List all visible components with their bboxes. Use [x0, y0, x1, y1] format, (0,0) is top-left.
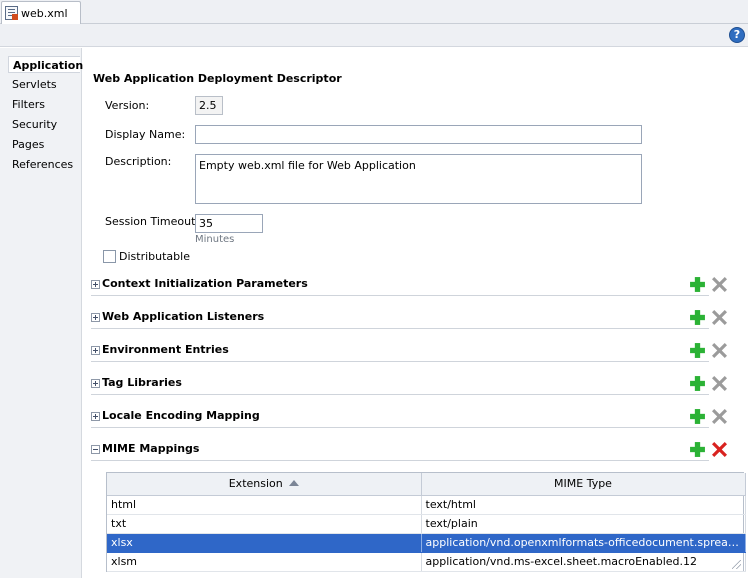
- sidebar-item-filters[interactable]: Filters: [12, 98, 45, 111]
- sidebar-item-application[interactable]: Application: [8, 56, 83, 73]
- plus-icon[interactable]: [689, 276, 706, 293]
- editor-tabbar: web.xml: [0, 0, 748, 24]
- close-icon[interactable]: [711, 342, 728, 359]
- description-label: Description:: [105, 155, 172, 168]
- close-icon[interactable]: [711, 408, 728, 425]
- mime-mappings-table: Extension MIME Type html text/html txt t…: [106, 472, 746, 572]
- mime-type-cell[interactable]: application/vnd.ms-excel.sheet.macroEnab…: [421, 552, 746, 572]
- section-context-initialization-parameters: Context Initialization Parameters: [91, 277, 709, 296]
- extension-cell[interactable]: txt: [107, 514, 422, 534]
- close-icon[interactable]: [711, 276, 728, 293]
- help-button[interactable]: ?: [729, 27, 745, 43]
- session-timeout-input[interactable]: 35: [195, 214, 263, 233]
- page-title: Web Application Deployment Descriptor: [93, 72, 342, 85]
- context-params-actions: [689, 276, 729, 294]
- mime-type-column-header[interactable]: MIME Type: [421, 473, 746, 496]
- sidebar-item-security[interactable]: Security: [12, 118, 57, 131]
- sort-ascending-icon: [288, 480, 299, 487]
- close-icon[interactable]: [711, 441, 728, 458]
- mime-type-cell[interactable]: text/html: [421, 495, 746, 515]
- extension-cell[interactable]: xlsm: [107, 552, 422, 572]
- display-name-input[interactable]: [195, 125, 642, 144]
- extension-header-label: Extension: [228, 477, 283, 491]
- section-title[interactable]: Tag Libraries: [102, 376, 182, 389]
- extension-cell[interactable]: xlsx: [107, 533, 422, 553]
- table-row[interactable]: txt text/plain: [107, 514, 746, 534]
- tab-web-xml[interactable]: web.xml: [1, 1, 81, 24]
- table-row[interactable]: xlsm application/vnd.ms-excel.sheet.macr…: [107, 552, 746, 572]
- expand-icon[interactable]: [91, 280, 100, 289]
- version-label: Version:: [105, 99, 150, 112]
- locale-encoding-actions: [689, 408, 729, 426]
- section-title[interactable]: Web Application Listeners: [102, 310, 264, 323]
- extension-column-header[interactable]: Extension: [107, 473, 422, 496]
- section-tag-libraries: Tag Libraries: [91, 376, 709, 395]
- section-mime-mappings: MIME Mappings: [91, 442, 709, 461]
- plus-icon[interactable]: [689, 375, 706, 392]
- listeners-actions: [689, 309, 729, 327]
- close-icon[interactable]: [711, 309, 728, 326]
- sidebar: Application Servlets Filters Security Pa…: [0, 48, 83, 578]
- mime-type-cell[interactable]: application/vnd.openxmlformats-officedoc…: [421, 533, 746, 553]
- section-title[interactable]: Environment Entries: [102, 343, 229, 356]
- collapse-icon[interactable]: [91, 445, 100, 454]
- expand-icon[interactable]: [91, 346, 100, 355]
- expand-icon[interactable]: [91, 412, 100, 421]
- section-title[interactable]: Context Initialization Parameters: [102, 277, 308, 290]
- sidebar-item-pages[interactable]: Pages: [12, 138, 44, 151]
- table-header-row: Extension MIME Type: [107, 473, 746, 496]
- version-field: 2.5: [195, 96, 223, 115]
- table-row[interactable]: html text/html: [107, 495, 746, 515]
- display-name-label: Display Name:: [105, 128, 186, 141]
- environment-entries-actions: [689, 342, 729, 360]
- editor-toolbar: ?: [0, 24, 748, 47]
- plus-icon[interactable]: [689, 441, 706, 458]
- distributable-label: Distributable: [119, 250, 190, 263]
- session-timeout-label: Session Timeout:: [105, 215, 200, 228]
- tab-label: web.xml: [21, 7, 68, 20]
- section-web-application-listeners: Web Application Listeners: [91, 310, 709, 329]
- plus-icon[interactable]: [689, 309, 706, 326]
- expand-icon[interactable]: [91, 379, 100, 388]
- expand-icon[interactable]: [91, 313, 100, 322]
- section-locale-encoding-mapping: Locale Encoding Mapping: [91, 409, 709, 428]
- resize-grip-icon[interactable]: [732, 560, 741, 569]
- extension-cell[interactable]: html: [107, 495, 422, 515]
- application-page: Web Application Deployment Descriptor Ve…: [83, 48, 748, 578]
- mime-mappings-actions: [689, 441, 729, 459]
- sidebar-item-servlets[interactable]: Servlets: [12, 78, 57, 91]
- table-row-selected[interactable]: xlsx application/vnd.openxmlformats-offi…: [107, 533, 746, 553]
- minutes-unit-label: Minutes: [195, 234, 235, 245]
- plus-icon[interactable]: [689, 408, 706, 425]
- description-textarea[interactable]: Empty web.xml file for Web Application: [195, 154, 642, 204]
- section-title[interactable]: MIME Mappings: [102, 442, 199, 455]
- xml-file-icon: [5, 6, 18, 20]
- tag-libraries-actions: [689, 375, 729, 393]
- distributable-checkbox[interactable]: [103, 250, 116, 263]
- section-title[interactable]: Locale Encoding Mapping: [102, 409, 260, 422]
- plus-icon[interactable]: [689, 342, 706, 359]
- close-icon[interactable]: [711, 375, 728, 392]
- section-environment-entries: Environment Entries: [91, 343, 709, 362]
- mime-type-cell[interactable]: text/plain: [421, 514, 746, 534]
- sidebar-item-references[interactable]: References: [12, 158, 73, 171]
